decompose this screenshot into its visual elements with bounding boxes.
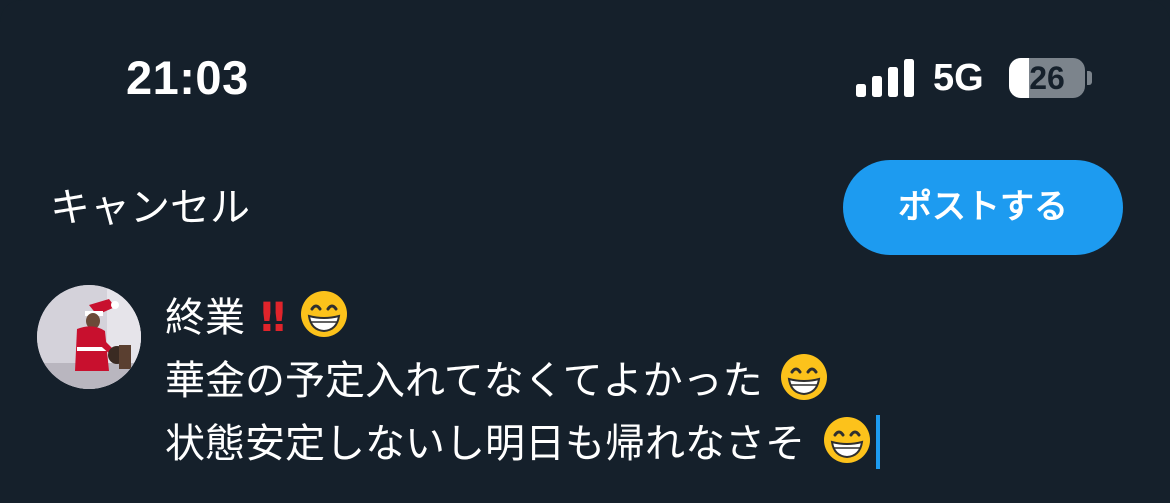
network-type: 5G [933,57,984,99]
double-exclamation-emoji: !! [257,295,289,341]
tweet-line-3: 状態安定しないし明日も帰れなさそ [165,413,880,476]
battery-icon: 26 [1009,58,1085,98]
grinning-face-emoji [781,354,828,400]
tweet-line-1: 終業 !! [165,287,880,350]
cellular-signal-icon [856,59,914,97]
grinning-face-emoji [300,291,347,337]
cancel-button[interactable]: キャンセル [50,180,250,236]
tweet-text[interactable]: 終業 !! 華金の予定入れてなくてよかった 状態安定しないし明日も帰れなさそ [165,287,880,476]
tweet-line-2-text: 華金の予定入れてなくてよかった [165,358,763,404]
battery-level: 26 [1029,60,1065,96]
text-cursor [875,415,880,469]
post-button[interactable]: ポストする [843,160,1123,255]
battery-cap [1087,71,1092,85]
compose-screen: 21:03 5G 26 キャンセル ポストする 終業 !! 華金の予定入れてなく… [0,0,1170,503]
tweet-line-1-text: 終業 [165,295,245,341]
tweet-line-3-text: 状態安定しないし明日も帰れなさそ [165,421,805,467]
tweet-line-2: 華金の予定入れてなくてよかった [165,350,880,413]
avatar-santa-image [37,285,141,389]
avatar[interactable] [37,285,141,389]
grinning-face-emoji [823,417,870,463]
status-time: 21:03 [126,51,249,104]
